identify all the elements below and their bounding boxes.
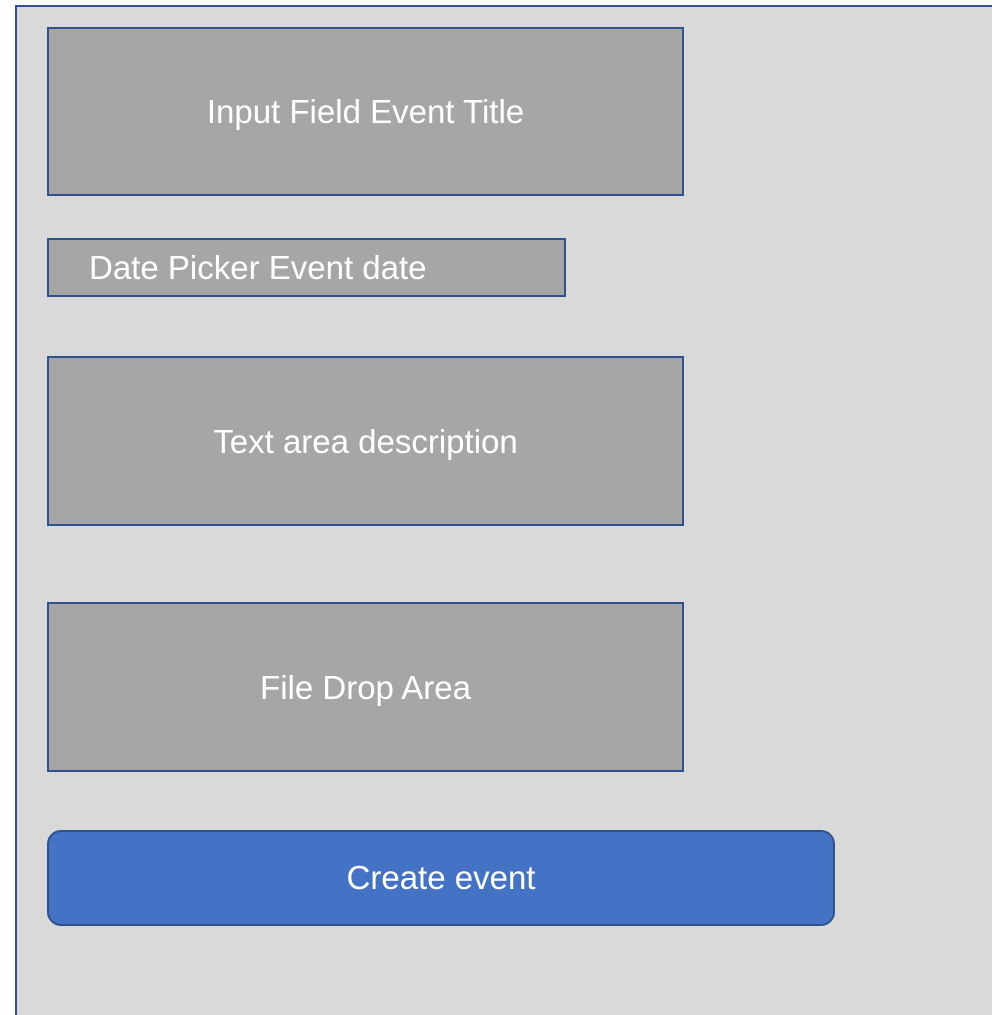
event-form-panel: Input Field Event Title Date Picker Even…	[15, 5, 992, 1015]
create-event-button[interactable]: Create event	[47, 830, 835, 926]
file-drop-area[interactable]: File Drop Area	[47, 602, 684, 772]
event-title-input-label: Input Field Event Title	[206, 93, 525, 130]
create-event-button-label: Create event	[346, 859, 536, 896]
event-description-label: Text area description	[213, 422, 518, 460]
event-date-picker-label: Date Picker Event date	[89, 249, 427, 286]
event-date-picker[interactable]: Date Picker Event date	[47, 238, 566, 297]
file-drop-area-label: File Drop Area	[260, 668, 471, 706]
event-description-textarea[interactable]: Text area description	[47, 356, 684, 526]
event-title-input[interactable]: Input Field Event Title	[47, 27, 684, 196]
